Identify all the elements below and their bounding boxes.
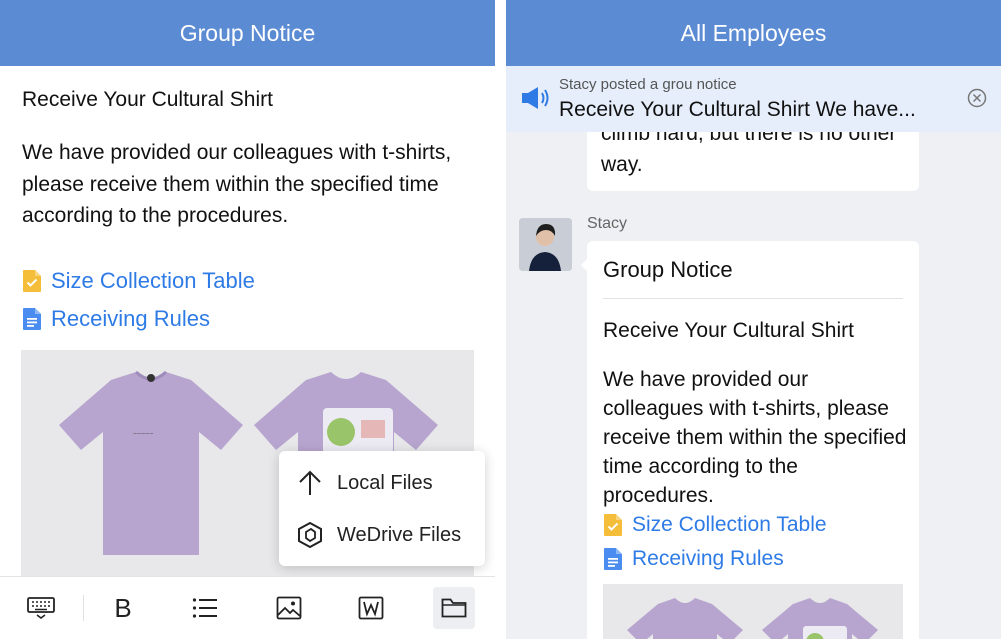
notice-card-message[interactable]: Group Notice Receive Your Cultural Shirt… xyxy=(587,241,919,639)
sheet-doc-icon xyxy=(22,269,42,293)
banner-text: Receive Your Cultural Shirt We have... xyxy=(559,98,916,121)
wedrive-files-menu-item[interactable]: WeDrive Files xyxy=(297,521,461,549)
file-button[interactable] xyxy=(433,587,475,629)
close-icon[interactable] xyxy=(967,88,987,113)
image-icon xyxy=(276,596,302,620)
editor-title-bar: Group Notice xyxy=(0,0,495,66)
chat-title-bar: All Employees xyxy=(506,0,1001,66)
list-icon xyxy=(192,598,217,618)
card-notice-title: Receive Your Cultural Shirt xyxy=(603,319,854,342)
bold-button[interactable]: B xyxy=(102,587,144,629)
word-doc-icon xyxy=(358,596,384,620)
card-tshirt-photo[interactable] xyxy=(603,584,903,639)
bold-icon: B xyxy=(114,592,132,623)
notice-editor-pane: Group Notice Receive Your Cultural Shirt… xyxy=(0,0,495,639)
list-button[interactable] xyxy=(184,587,226,629)
pane-divider xyxy=(495,0,506,639)
chat-title: All Employees xyxy=(680,19,827,46)
word-doc-button[interactable] xyxy=(350,587,392,629)
chat-pane: All Employees Stacy posted a grou notice… xyxy=(506,0,1001,639)
toolbar-divider xyxy=(83,595,84,621)
sheet-doc-icon xyxy=(603,513,623,537)
editor-title: Group Notice xyxy=(179,19,316,46)
megaphone-icon xyxy=(520,84,550,117)
notice-body[interactable]: We have provided our colleagues with t-s… xyxy=(22,137,472,232)
local-files-menu-item[interactable]: Local Files xyxy=(297,469,433,497)
group-notice-banner[interactable]: Stacy posted a grou notice Receive Your … xyxy=(506,66,1001,132)
card-header: Group Notice xyxy=(603,257,733,282)
sender-name: Stacy xyxy=(587,215,628,232)
folder-icon xyxy=(441,598,467,618)
card-divider xyxy=(603,298,903,299)
receiving-rules-label: Receiving Rules xyxy=(51,306,210,331)
wedrive-files-label: WeDrive Files xyxy=(337,523,462,546)
size-collection-table-link[interactable]: Size Collection Table xyxy=(22,268,255,294)
card-receiving-rules-link[interactable]: Receiving Rules xyxy=(603,547,784,571)
wedrive-icon xyxy=(298,521,322,549)
upload-source-menu: Local Files WeDrive Files xyxy=(279,451,485,566)
avatar[interactable] xyxy=(519,218,572,271)
size-collection-table-label: Size Collection Table xyxy=(51,268,255,293)
text-doc-icon xyxy=(22,307,42,331)
local-files-label: Local Files xyxy=(337,471,433,494)
keyboard-icon xyxy=(27,597,55,619)
editor-toolbar: B xyxy=(0,576,495,639)
card-size-collection-table-label: Size Collection Table xyxy=(632,513,827,536)
text-doc-icon xyxy=(603,547,623,571)
card-size-collection-table-link[interactable]: Size Collection Table xyxy=(603,513,827,537)
upload-arrow-icon xyxy=(299,470,321,495)
card-notice-body: We have provided our colleagues with t-s… xyxy=(603,368,907,507)
receiving-rules-link[interactable]: Receiving Rules xyxy=(22,306,210,332)
banner-meta: Stacy posted a grou notice xyxy=(559,76,737,93)
notice-title[interactable]: Receive Your Cultural Shirt xyxy=(22,88,273,112)
keyboard-button[interactable] xyxy=(20,587,62,629)
svg-text:~~~~~: ~~~~~ xyxy=(133,431,153,438)
card-receiving-rules-label: Receiving Rules xyxy=(632,547,784,570)
image-button[interactable] xyxy=(268,587,310,629)
